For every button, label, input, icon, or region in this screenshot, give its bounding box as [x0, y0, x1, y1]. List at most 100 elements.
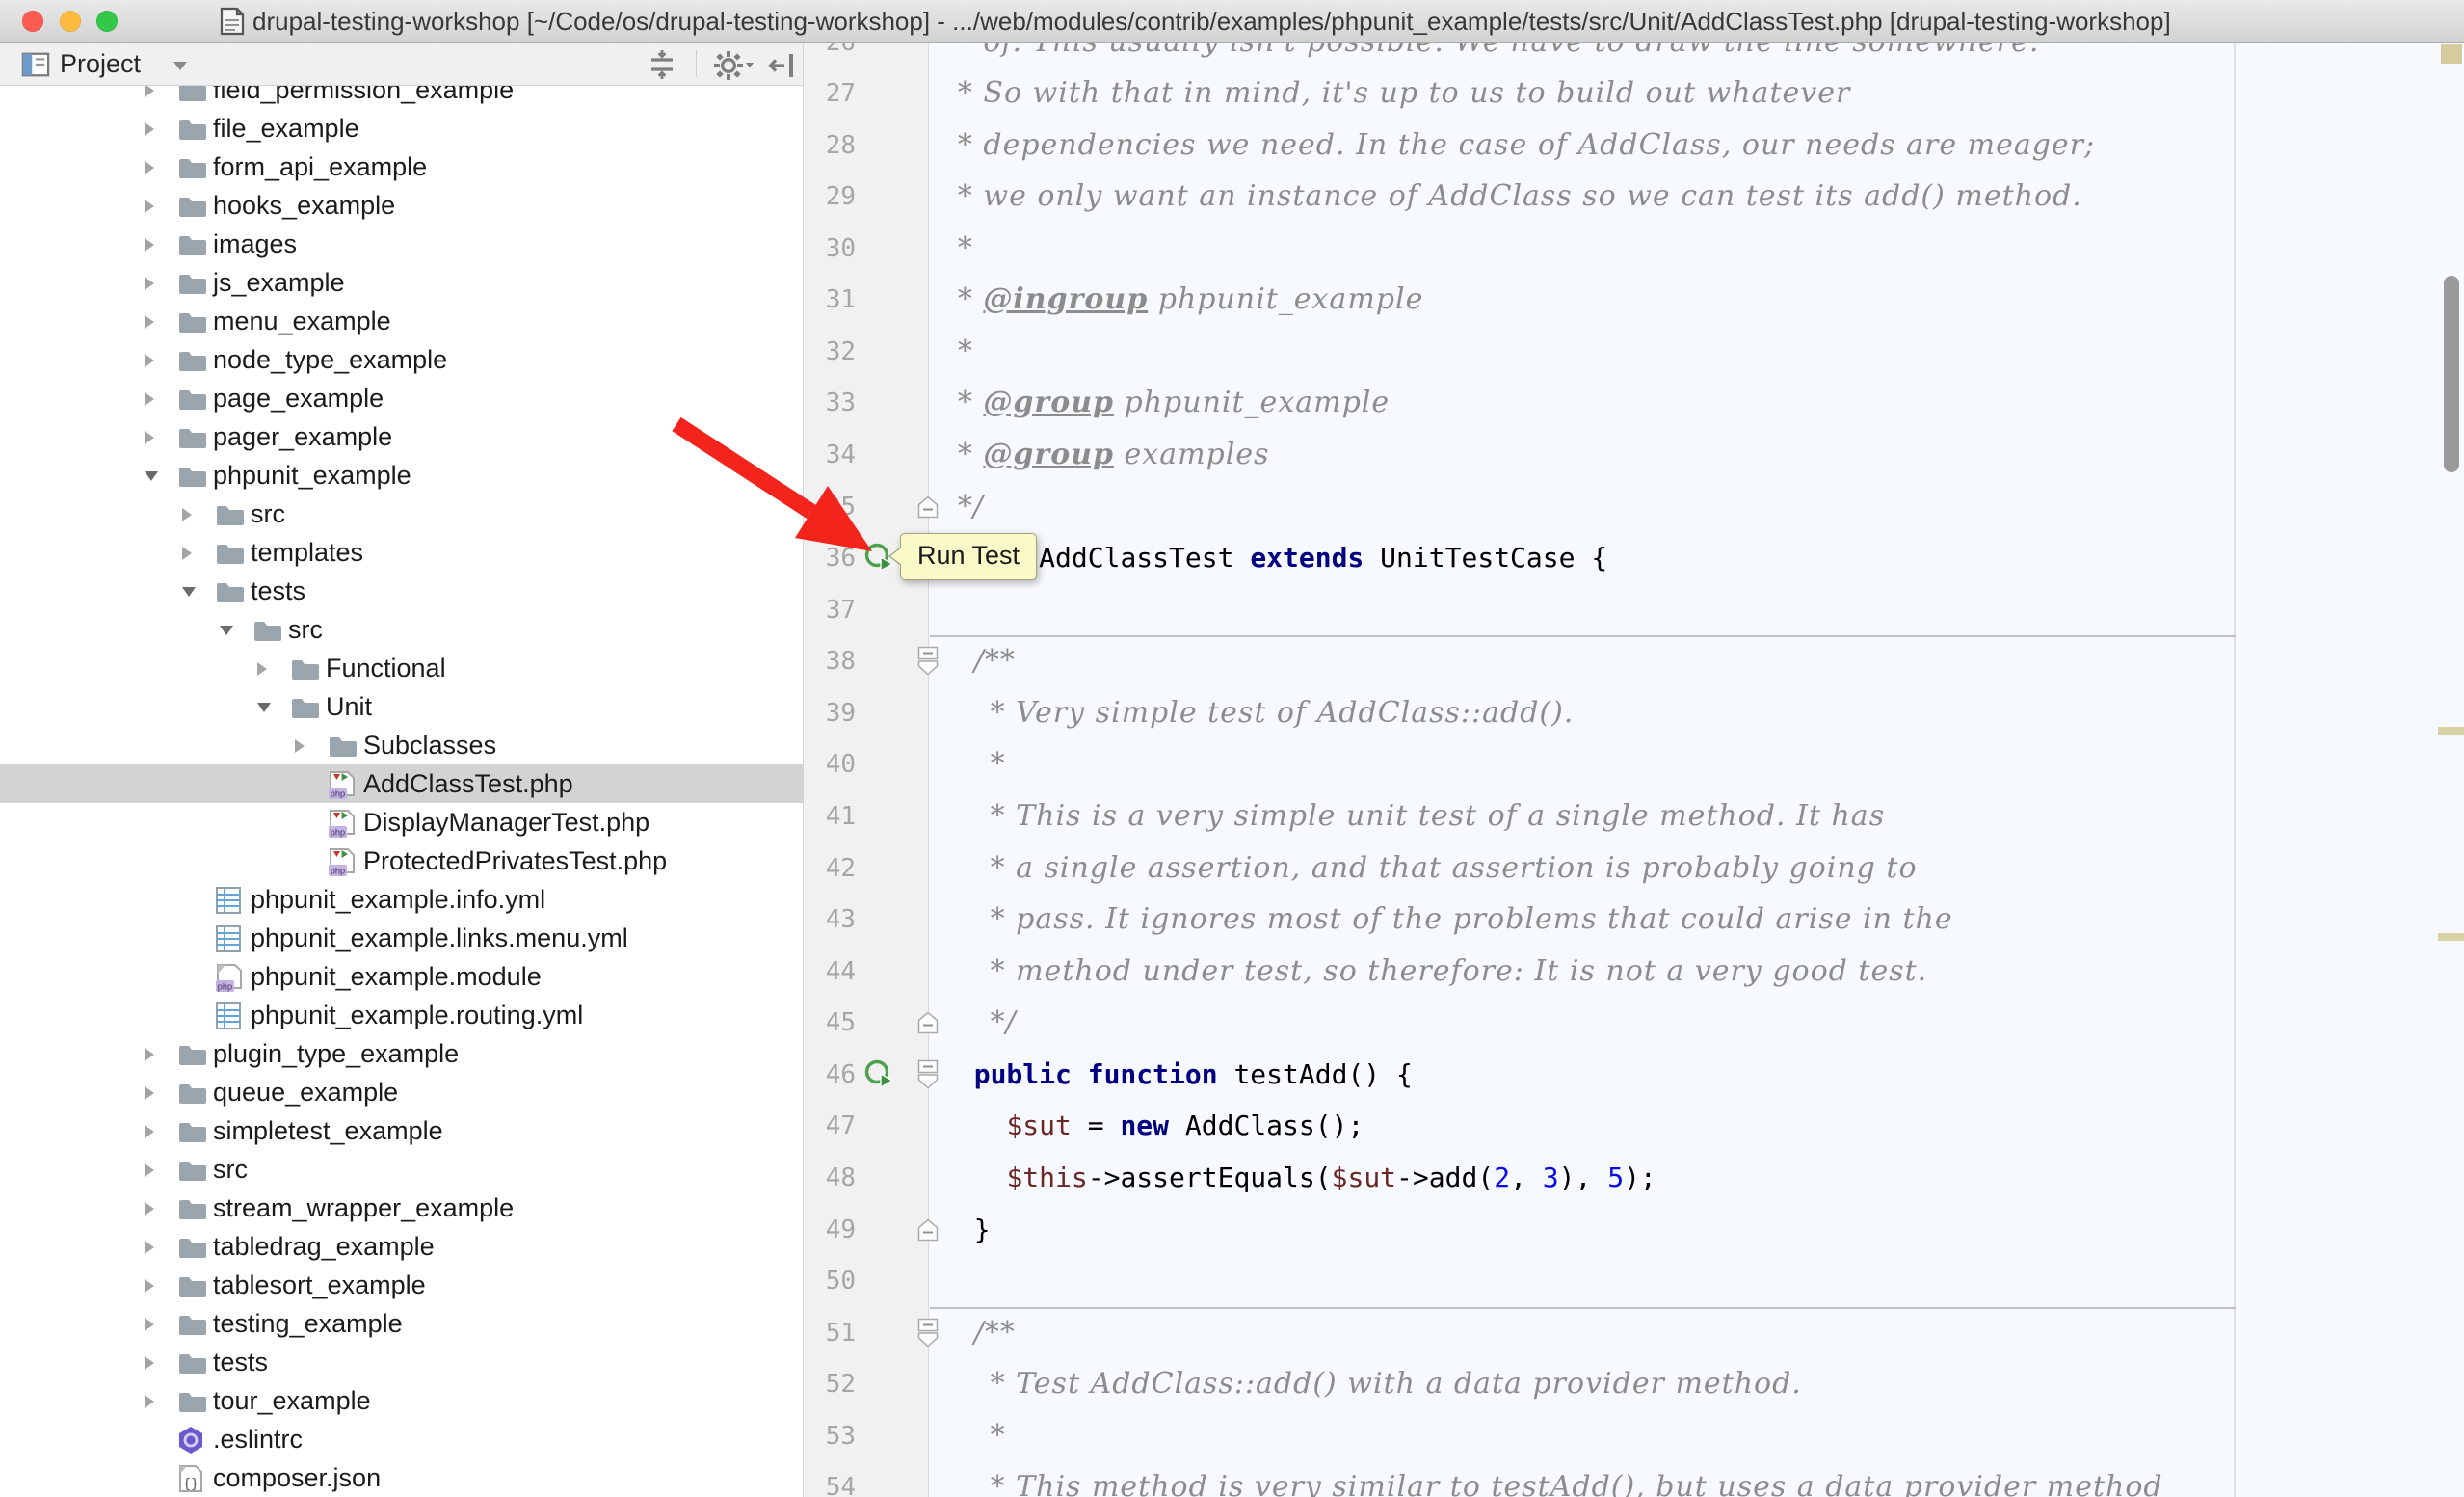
- tree-item--eslintrc[interactable]: .eslintrc: [0, 1420, 803, 1458]
- expand-arrow-icon[interactable]: [145, 392, 154, 406]
- tree-item-label: src: [213, 1150, 248, 1189]
- close-button[interactable]: [22, 11, 43, 32]
- run-test-icon[interactable]: [863, 1058, 896, 1096]
- editor-scrollbar[interactable]: [2444, 276, 2459, 472]
- collapse-arrow-icon[interactable]: [182, 587, 196, 597]
- tree-item-testing-example[interactable]: testing_example: [0, 1304, 803, 1343]
- expand-arrow-icon[interactable]: [145, 1163, 154, 1177]
- minimize-button[interactable]: [60, 11, 81, 32]
- tree-item-field-permission-example[interactable]: field_permission_example: [0, 85, 803, 109]
- expand-arrow-icon[interactable]: [182, 547, 192, 560]
- analysis-status-indicator[interactable]: [2441, 44, 2462, 64]
- expand-arrow-icon[interactable]: [145, 1048, 154, 1061]
- expand-arrow-icon[interactable]: [145, 1241, 154, 1254]
- tree-item-src[interactable]: src: [0, 1150, 803, 1189]
- expand-arrow-icon[interactable]: [145, 1395, 154, 1408]
- project-panel-title[interactable]: Project: [60, 42, 141, 85]
- expand-arrow-icon[interactable]: [145, 354, 154, 367]
- tree-item-displaymanagertest-php[interactable]: phpDisplayManagerTest.php: [0, 803, 803, 842]
- code-text: * of. This usually isn't possible. We ha…: [941, 42, 2039, 68]
- fold-marker-icon[interactable]: [917, 495, 939, 523]
- tree-item-composer-json[interactable]: {}composer.json: [0, 1458, 803, 1496]
- fold-marker-icon[interactable]: [917, 1059, 939, 1095]
- tree-item-hooks-example[interactable]: hooks_example: [0, 186, 803, 225]
- expand-arrow-icon[interactable]: [145, 200, 154, 213]
- expand-arrow-icon[interactable]: [145, 1318, 154, 1331]
- expand-arrow-icon[interactable]: [145, 1202, 154, 1216]
- fold-marker-icon[interactable]: [917, 646, 939, 682]
- tree-item-queue-example[interactable]: queue_example: [0, 1073, 803, 1111]
- line-number: 52: [803, 1358, 856, 1410]
- tree-item-label: templates: [251, 533, 363, 572]
- code-segment-pln: AddClassTest: [1022, 542, 1250, 574]
- collapse-arrow-icon[interactable]: [145, 471, 158, 481]
- tree-item-js-example[interactable]: js_example: [0, 263, 803, 302]
- tree-item-simpletest-example[interactable]: simpletest_example: [0, 1111, 803, 1150]
- expand-arrow-icon[interactable]: [145, 1086, 154, 1100]
- error-stripe-mark[interactable]: [2438, 727, 2464, 735]
- line-number: 26: [803, 42, 856, 68]
- collapse-arrow-icon[interactable]: [257, 703, 271, 712]
- expand-arrow-icon[interactable]: [145, 1125, 154, 1138]
- tree-item-tablesort-example[interactable]: tablesort_example: [0, 1266, 803, 1304]
- collapse-arrow-icon[interactable]: [220, 626, 233, 635]
- folder-icon: [176, 1232, 207, 1263]
- tree-item-label: pager_example: [213, 417, 392, 456]
- yml-file-icon: [214, 923, 245, 954]
- code-segment-cmt: * Very simple test of AddClass::add().: [991, 696, 1575, 730]
- zoom-button[interactable]: [96, 11, 118, 32]
- line-number: 39: [803, 687, 856, 739]
- expand-arrow-icon[interactable]: [145, 122, 154, 136]
- fold-marker-icon[interactable]: [917, 1218, 939, 1246]
- tree-item-form-api-example[interactable]: form_api_example: [0, 147, 803, 186]
- tree-item-node-type-example[interactable]: node_type_example: [0, 340, 803, 379]
- tree-item-phpunit-example-info-yml[interactable]: phpunit_example.info.yml: [0, 880, 803, 919]
- tree-item-tests[interactable]: tests: [0, 572, 803, 610]
- expand-arrow-icon[interactable]: [145, 161, 154, 174]
- expand-arrow-icon[interactable]: [145, 315, 154, 329]
- tree-item-phpunit-example-routing-yml[interactable]: phpunit_example.routing.yml: [0, 996, 803, 1034]
- tree-item-addclasstest-php[interactable]: phpAddClassTest.php: [0, 764, 803, 803]
- tree-item-src[interactable]: src: [0, 610, 803, 649]
- tree-item-images[interactable]: images: [0, 225, 803, 263]
- tree-item-label: tests: [213, 1343, 268, 1381]
- expand-arrow-icon[interactable]: [145, 1279, 154, 1293]
- code-segment-cmt: * method under test, so therefore: It is…: [991, 954, 1928, 988]
- tree-item-tabledrag-example[interactable]: tabledrag_example: [0, 1227, 803, 1266]
- fold-marker-icon[interactable]: [917, 1318, 939, 1353]
- collapse-all-button[interactable]: [646, 50, 678, 79]
- expand-arrow-icon[interactable]: [295, 739, 305, 753]
- expand-arrow-icon[interactable]: [257, 662, 267, 676]
- tree-item-phpunit-example-links-menu-yml[interactable]: phpunit_example.links.menu.yml: [0, 919, 803, 957]
- tree-item-menu-example[interactable]: menu_example: [0, 302, 803, 340]
- tree-item-stream-wrapper-example[interactable]: stream_wrapper_example: [0, 1189, 803, 1227]
- expand-arrow-icon[interactable]: [145, 277, 154, 290]
- expand-arrow-icon[interactable]: [145, 431, 154, 444]
- project-tool-icon: [21, 50, 50, 79]
- expand-arrow-icon[interactable]: [145, 238, 154, 252]
- tree-item-tour-example[interactable]: tour_example: [0, 1381, 803, 1420]
- fold-marker-icon[interactable]: [917, 1011, 939, 1039]
- tree-item-file-example[interactable]: file_example: [0, 109, 803, 147]
- code-text: /**: [941, 635, 1016, 687]
- code-segment-ind: [941, 955, 991, 987]
- code-segment-pln: =: [1072, 1109, 1121, 1141]
- expand-arrow-icon[interactable]: [145, 1356, 154, 1370]
- chevron-down-icon[interactable]: [173, 62, 187, 70]
- expand-arrow-icon[interactable]: [182, 508, 192, 521]
- tree-item-label: phpunit_example.module: [251, 957, 542, 996]
- tree-item-subclasses[interactable]: Subclasses: [0, 726, 803, 764]
- code-text: class AddClassTest extends UnitTestCase …: [941, 532, 1607, 584]
- hide-panel-button[interactable]: [767, 50, 798, 81]
- line-number: 38: [803, 635, 856, 687]
- expand-arrow-icon[interactable]: [145, 85, 154, 97]
- tree-item-plugin-type-example[interactable]: plugin_type_example: [0, 1034, 803, 1073]
- tree-item-protectedprivatestest-php[interactable]: phpProtectedPrivatesTest.php: [0, 842, 803, 880]
- tree-item-tests[interactable]: tests: [0, 1343, 803, 1381]
- tree-item-functional[interactable]: Functional: [0, 649, 803, 687]
- settings-gear-button[interactable]: [713, 50, 755, 81]
- tree-item-unit[interactable]: Unit: [0, 687, 803, 726]
- php-file-icon: php: [327, 769, 358, 800]
- tree-item-phpunit-example-module[interactable]: phpphpunit_example.module: [0, 957, 803, 996]
- error-stripe-mark[interactable]: [2438, 933, 2464, 941]
